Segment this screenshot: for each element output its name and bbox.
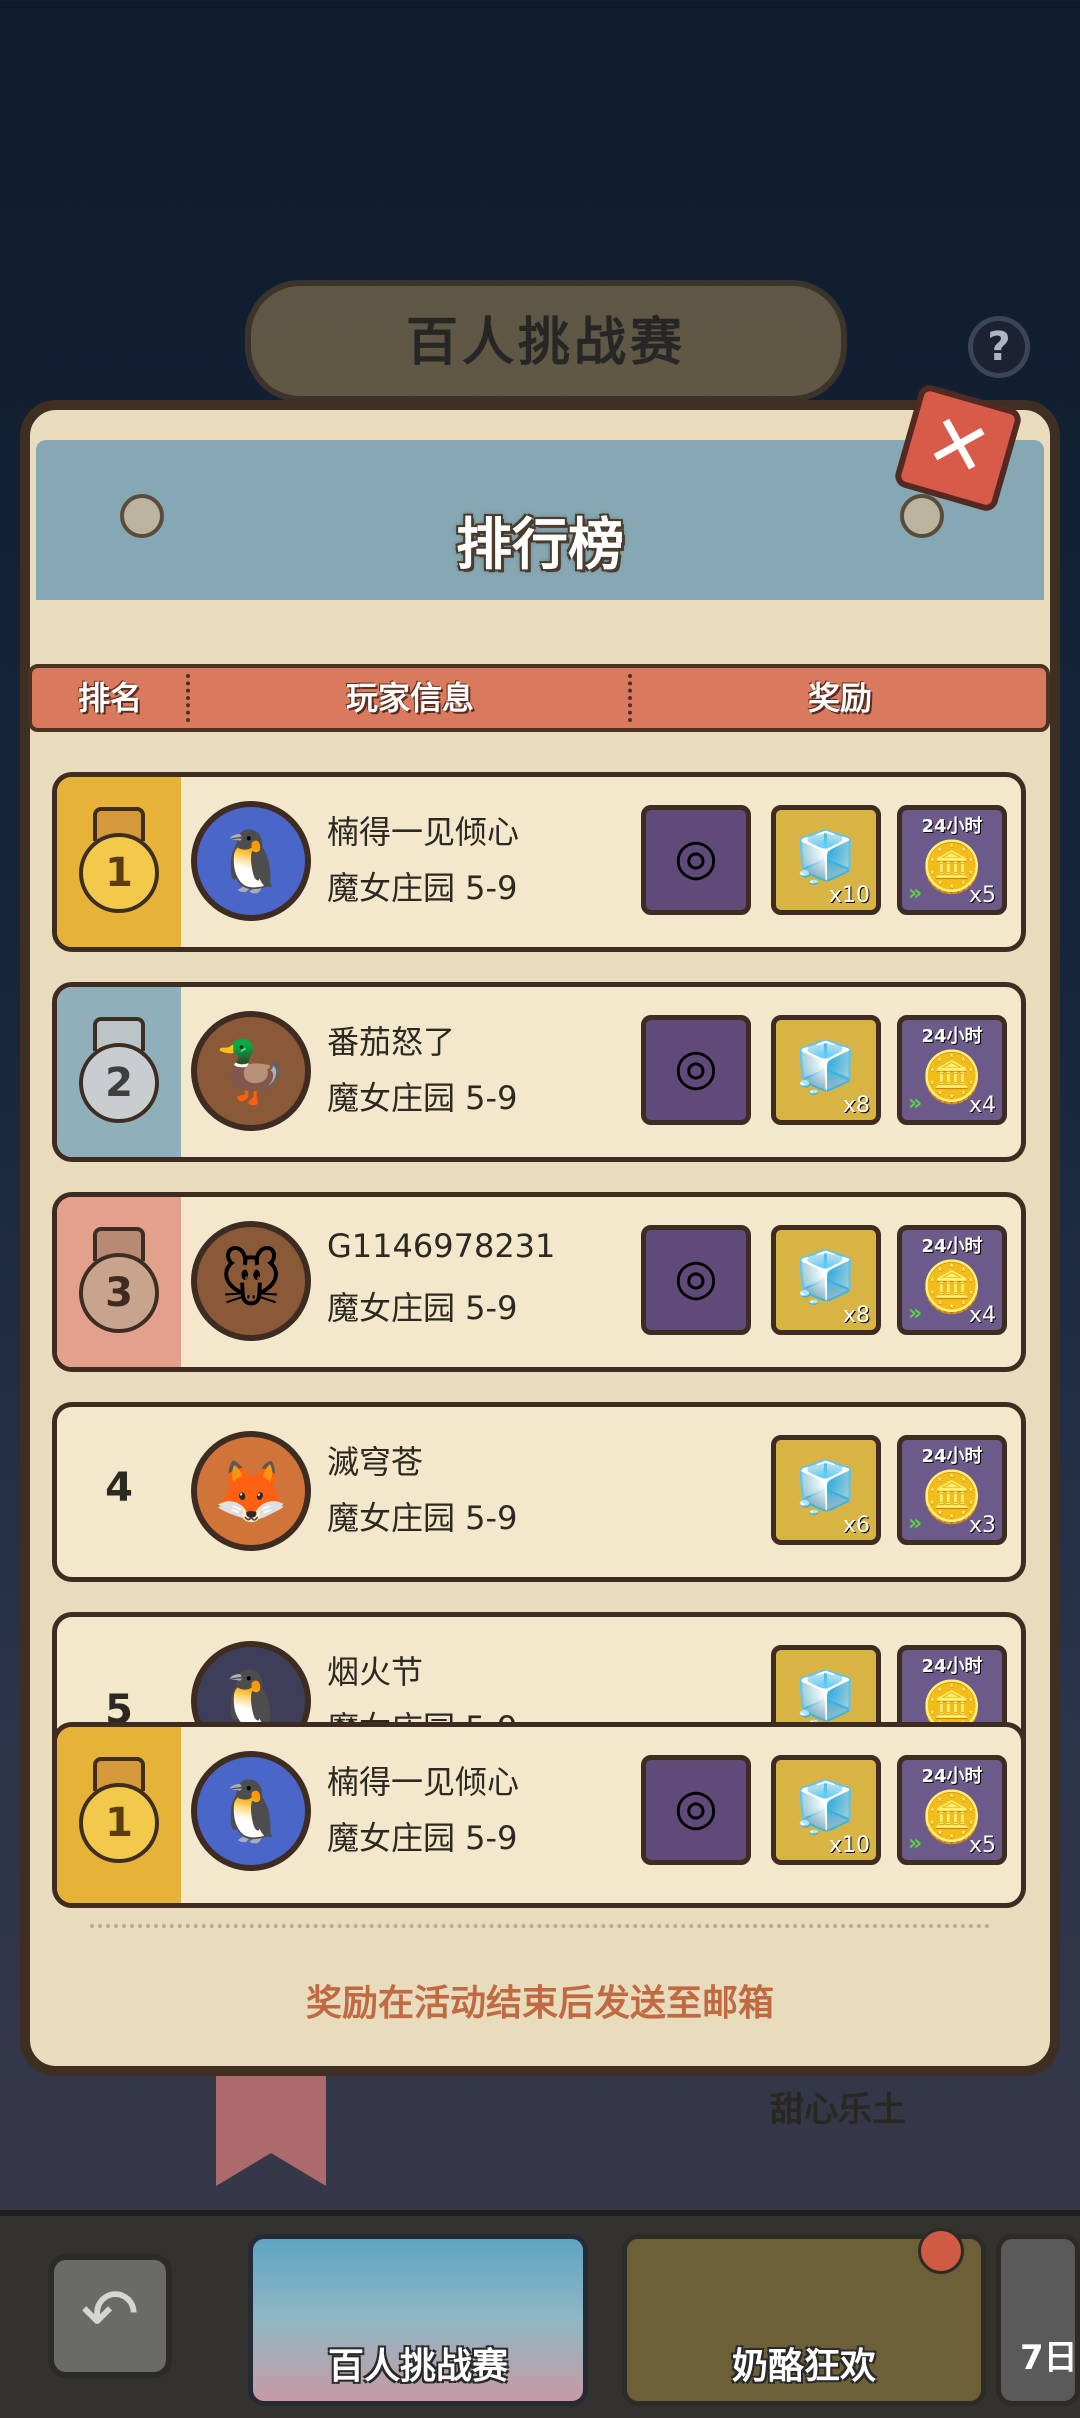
reward-frame-item[interactable]: ◎	[641, 805, 751, 915]
reward-quantity: x10	[828, 883, 870, 908]
avatar-frame-icon: ◎	[674, 1038, 718, 1096]
tab-hundred-challenge[interactable]: 百人挑战赛	[248, 2234, 588, 2406]
player-level: 魔女庄园 5-9	[327, 1289, 518, 1327]
column-header-reward: 奖励	[807, 679, 872, 717]
reward-coin-item[interactable]: 24小时 🪙 » x3	[897, 1435, 1007, 1545]
reward-coin-item[interactable]: 24小时 🪙 » x4	[897, 1015, 1007, 1125]
ribbon-decoration	[216, 2076, 326, 2186]
reward-quantity: x10	[828, 1833, 870, 1858]
reward-quantity: x4	[968, 1093, 996, 1118]
player-name: 楠得一见倾心	[327, 1763, 520, 1801]
gift-icon	[918, 2228, 964, 2274]
double-arrow-icon: »	[908, 1091, 923, 1116]
reward-quantity: x5	[968, 1833, 996, 1858]
double-arrow-icon: »	[908, 881, 923, 906]
cube-icon: 🧊	[794, 1038, 858, 1096]
reward-quantity: x5	[968, 883, 996, 908]
my-rank-row[interactable]: 1 🐧 楠得一见倾心 魔女庄园 5-9 ◎ 🧊 x10 24小时 🪙 » x5	[52, 1722, 1026, 1908]
double-arrow-icon: »	[908, 1511, 923, 1536]
reward-quantity: x8	[842, 1093, 870, 1118]
reward-duration: 24小时	[921, 1236, 983, 1257]
avatar-frame-icon: ◎	[674, 828, 718, 886]
reward-cube-item[interactable]: 🧊 x10	[771, 1755, 881, 1865]
avatar[interactable]: 🦆	[191, 1011, 311, 1131]
reward-duration: 24小时	[921, 1766, 983, 1787]
rank-number: 4	[105, 1465, 133, 1511]
cube-icon: 🧊	[794, 1668, 858, 1726]
panel-header-edge	[36, 600, 1044, 640]
player-name: 滅穹苍	[327, 1443, 424, 1481]
cube-icon: 🧊	[794, 1458, 858, 1516]
back-button[interactable]: ↶	[48, 2254, 172, 2378]
help-button[interactable]: ?	[968, 316, 1030, 378]
player-name: G1146978231	[327, 1227, 556, 1265]
cube-icon: 🧊	[794, 1248, 858, 1306]
tab-label: 百人挑战赛	[327, 2346, 508, 2387]
tab-seven-day[interactable]	[996, 2234, 1080, 2406]
reward-quantity: x3	[968, 1513, 996, 1538]
player-name: 楠得一见倾心	[327, 813, 520, 851]
reward-cube-item[interactable]: 🧊 x8	[771, 1225, 881, 1335]
reward-coin-item[interactable]: 24小时 🪙 » x4	[897, 1225, 1007, 1335]
double-arrow-icon: »	[908, 1831, 923, 1856]
event-banner-background: 百人挑战赛	[245, 280, 847, 402]
tab-label: 7日	[1020, 2338, 1078, 2378]
cube-icon: 🧊	[794, 828, 858, 886]
reward-quantity: x6	[842, 1513, 870, 1538]
reward-duration: 24小时	[921, 1656, 983, 1677]
leaderboard-row[interactable]: 3 🐭 G1146978231 魔女庄园 5-9 ◎ 🧊 x8 24小时 🪙 »…	[52, 1192, 1026, 1372]
back-arrow-icon: ↶	[80, 2273, 140, 2355]
tab-label: 奶酪狂欢	[731, 2346, 876, 2387]
player-level: 魔女庄园 5-9	[327, 1819, 518, 1857]
reward-duration: 24小时	[921, 816, 983, 837]
dotted-divider	[90, 1924, 990, 1928]
avatar-frame-icon: ◎	[674, 1778, 718, 1836]
reward-frame-item[interactable]: ◎	[641, 1225, 751, 1335]
leaderboard-row[interactable]: 1 🐧 楠得一见倾心 魔女庄园 5-9 ◎ 🧊 x10 24小时 🪙 » x5	[52, 772, 1026, 952]
avatar[interactable]: 🐧	[191, 801, 311, 921]
background-label: 甜心乐土	[770, 2090, 906, 2130]
gold-medal-icon: 1	[79, 1757, 159, 1867]
reward-duration: 24小时	[921, 1026, 983, 1047]
reward-duration: 24小时	[921, 1446, 983, 1467]
cube-icon: 🧊	[794, 1778, 858, 1836]
double-arrow-icon: »	[908, 1301, 923, 1326]
reward-frame-item[interactable]: ◎	[641, 1755, 751, 1865]
reward-frame-item[interactable]: ◎	[641, 1015, 751, 1125]
player-name: 番茄怒了	[327, 1023, 456, 1061]
reward-coin-item[interactable]: 24小时 🪙 » x5	[897, 1755, 1007, 1865]
reward-quantity: x8	[842, 1303, 870, 1328]
column-header-rank: 排名	[77, 679, 142, 717]
player-name: 烟火节	[327, 1653, 424, 1691]
player-level: 魔女庄园 5-9	[327, 869, 518, 907]
leaderboard-row[interactable]: 2 🦆 番茄怒了 魔女庄园 5-9 ◎ 🧊 x8 24小时 🪙 » x4	[52, 982, 1026, 1162]
leaderboard-row[interactable]: 4 🦊 滅穹苍 魔女庄园 5-9 🧊 x6 24小时 🪙 » x3	[52, 1402, 1026, 1582]
avatar-frame-icon: ◎	[674, 1248, 718, 1306]
player-level: 魔女庄园 5-9	[327, 1079, 518, 1117]
reward-quantity: x4	[968, 1303, 996, 1328]
reward-cube-item[interactable]: 🧊 x10	[771, 805, 881, 915]
column-header-player-info: 玩家信息	[345, 679, 474, 717]
event-banner-title: 百人挑战赛	[405, 313, 686, 373]
avatar[interactable]: 🐧	[191, 1751, 311, 1871]
reward-coin-item[interactable]: 24小时 🪙 » x5	[897, 805, 1007, 915]
reward-delivery-note: 奖励在活动结束后发送至邮箱	[305, 1983, 774, 2024]
reward-cube-item[interactable]: 🧊 x8	[771, 1015, 881, 1125]
gold-medal-icon: 1	[79, 807, 159, 917]
silver-medal-icon: 2	[79, 1017, 159, 1127]
reward-cube-item[interactable]: 🧊 x6	[771, 1435, 881, 1545]
avatar[interactable]: 🐭	[191, 1221, 311, 1341]
bronze-medal-icon: 3	[79, 1227, 159, 1337]
panel-title: 排行榜	[456, 513, 624, 578]
avatar[interactable]: 🦊	[191, 1431, 311, 1551]
player-level: 魔女庄园 5-9	[327, 1499, 518, 1537]
